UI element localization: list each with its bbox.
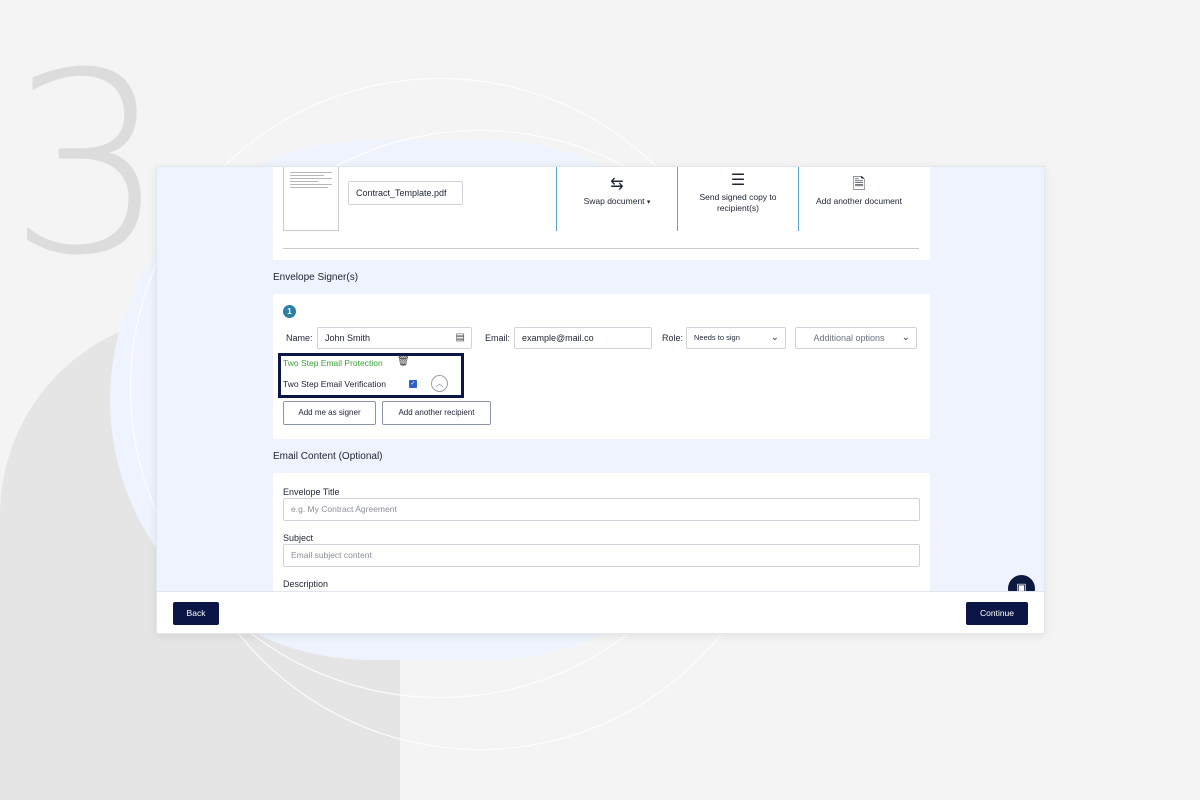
send-signed-copy-button[interactable]: ☰ Send signed copy to recipient(s) xyxy=(678,171,798,214)
two-step-verification-label: Two Step Email Verification xyxy=(283,379,386,389)
swap-document-label: Swap document xyxy=(583,196,645,206)
name-input[interactable]: John Smith ▤ xyxy=(317,327,472,349)
continue-button[interactable]: Continue xyxy=(966,602,1028,625)
additional-options-select[interactable]: Additional options ⌄ xyxy=(795,327,917,349)
envelope-title-input[interactable]: e.g. My Contract Agreement xyxy=(283,498,920,521)
additional-options-label: Additional options xyxy=(813,333,885,343)
swap-arrows-icon: ⇆ xyxy=(610,176,624,193)
signer-number-badge: 1 xyxy=(283,305,296,318)
add-me-as-signer-button[interactable]: Add me as signer xyxy=(283,401,376,425)
document-divider xyxy=(283,248,919,249)
subject-label: Subject xyxy=(283,533,314,543)
caret-down-icon: ▾ xyxy=(646,199,651,206)
email-content-card: Envelope Title e.g. My Contract Agreemen… xyxy=(273,473,930,591)
role-select[interactable]: Needs to sign ⌄ xyxy=(686,327,786,349)
description-label: Description xyxy=(283,579,329,589)
app-window: Contract_Template.pdf ⇆ Swap document ▾ … xyxy=(156,166,1045,634)
subject-input[interactable]: Email subject content xyxy=(283,544,920,567)
email-label: Email: xyxy=(485,333,511,343)
add-another-document-button[interactable]: 🗎 Add another document xyxy=(799,175,919,207)
role-value: Needs to sign xyxy=(694,333,740,342)
swap-document-button[interactable]: ⇆ Swap document ▾ xyxy=(557,175,677,208)
document-thumbnail[interactable] xyxy=(283,167,339,231)
two-step-protection-link[interactable]: Two Step Email Protection xyxy=(283,358,383,368)
collapse-chevron-icon[interactable]: ︿ xyxy=(431,375,448,392)
name-label: Name: xyxy=(286,333,313,343)
step-digit: 3 xyxy=(8,19,168,310)
chevron-down-icon: ⌄ xyxy=(901,332,910,343)
lines-icon: ☰ xyxy=(730,172,746,189)
trash-icon[interactable]: 🗑 xyxy=(397,356,410,367)
file-name-field: Contract_Template.pdf xyxy=(348,181,463,205)
signer-card: 1 Name: John Smith ▤ Email: example@mail… xyxy=(273,294,930,439)
add-another-recipient-button[interactable]: Add another recipient xyxy=(382,401,491,425)
add-another-document-label: Add another document xyxy=(815,196,902,206)
role-label: Role: xyxy=(662,333,684,343)
email-section-title: Email Content (Optional) xyxy=(273,451,383,462)
chevron-down-icon: ⌄ xyxy=(770,332,779,343)
name-value: John Smith xyxy=(325,333,371,343)
back-button[interactable]: Back xyxy=(173,602,219,625)
email-input[interactable]: example@mail.co xyxy=(514,327,652,349)
chat-icon[interactable]: ▣ xyxy=(1008,575,1035,591)
document-card: Contract_Template.pdf ⇆ Swap document ▾ … xyxy=(273,167,930,260)
two-step-verification-checkbox[interactable]: ✓ xyxy=(409,380,417,388)
send-signed-copy-label: Send signed copy to recipient(s) xyxy=(699,192,777,213)
envelope-title-label: Envelope Title xyxy=(283,487,340,497)
signers-section-title: Envelope Signer(s) xyxy=(273,272,359,283)
contact-card-icon[interactable]: ▤ xyxy=(456,328,465,348)
footer-bar: Back Continue xyxy=(157,591,1044,633)
add-document-icon: 🗎 xyxy=(852,176,866,193)
scroll-content[interactable]: Contract_Template.pdf ⇆ Swap document ▾ … xyxy=(157,167,1044,591)
